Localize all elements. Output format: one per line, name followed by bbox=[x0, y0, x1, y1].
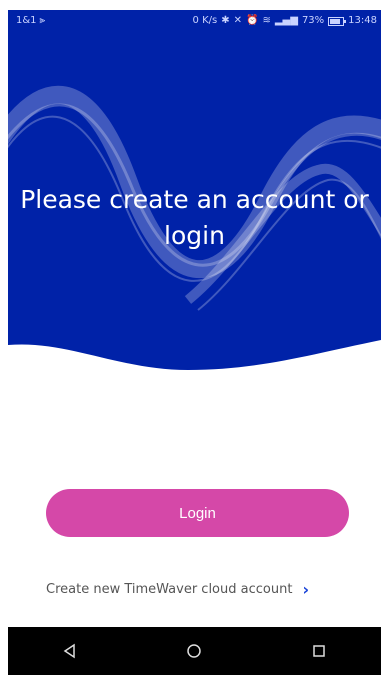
mute-icon: ✕ bbox=[233, 15, 243, 26]
app-screen: 1&1 ⫸ 0 K/s ✱ ✕ ⏰ ≋ ▂▄▆ 73% 13:48 Please… bbox=[8, 10, 381, 675]
login-button[interactable]: Login bbox=[46, 489, 349, 537]
wifi-icon: ≋ bbox=[262, 15, 271, 26]
system-nav-bar bbox=[8, 627, 381, 675]
hero-banner: 1&1 ⫸ 0 K/s ✱ ✕ ⏰ ≋ ▂▄▆ 73% 13:48 Please… bbox=[8, 10, 381, 430]
network-speed: 0 K/s bbox=[192, 15, 218, 26]
home-circle-icon bbox=[187, 644, 202, 658]
back-triangle-icon bbox=[63, 643, 75, 659]
alarm-icon: ⏰ bbox=[246, 15, 259, 26]
battery-icon bbox=[328, 16, 347, 26]
welcome-headline: Please create an account or login bbox=[8, 182, 381, 254]
battery-percent: 73% bbox=[301, 15, 325, 26]
headline-line-2: login bbox=[164, 221, 225, 250]
back-button[interactable] bbox=[50, 631, 90, 671]
recents-square-icon bbox=[313, 645, 325, 657]
cast-icon: ⫸ bbox=[39, 15, 46, 26]
recents-button[interactable] bbox=[299, 631, 339, 671]
create-account-label: Create new TimeWaver cloud account bbox=[46, 582, 293, 597]
signal-icon: ▂▄▆ bbox=[274, 15, 298, 26]
headline-line-1: Please create an account or bbox=[20, 185, 369, 214]
chevron-right-icon: › bbox=[302, 580, 310, 599]
home-button[interactable] bbox=[174, 631, 214, 671]
create-account-link[interactable]: Create new TimeWaver cloud account › bbox=[46, 580, 356, 599]
bluetooth-icon: ✱ bbox=[221, 15, 230, 26]
carrier-label: 1&1 bbox=[16, 15, 37, 26]
clock: 13:48 bbox=[348, 15, 377, 26]
status-bar: 1&1 ⫸ 0 K/s ✱ ✕ ⏰ ≋ ▂▄▆ 73% 13:48 bbox=[8, 10, 381, 32]
